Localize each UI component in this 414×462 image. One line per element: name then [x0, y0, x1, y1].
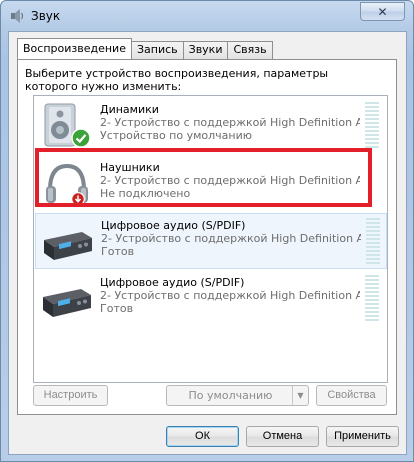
device-name: Динамики: [100, 103, 159, 116]
close-icon: ✕: [377, 4, 388, 19]
device-description: 2- Устройство с поддержкой High Definiti…: [100, 116, 360, 129]
tab-recording[interactable]: Запись: [130, 41, 184, 59]
device-item-spdif-1[interactable]: Цифровое аудио (S/PDIF) 2- Устройство с …: [35, 213, 387, 269]
device-description: 2- Устройство с поддержкой High Definiti…: [100, 289, 360, 302]
set-default-split-button[interactable]: По умолчанию ▼: [166, 385, 309, 406]
title-bar[interactable]: Звук ✕: [1, 1, 413, 31]
device-description: 2- Устройство с поддержкой High Definiti…: [101, 232, 361, 245]
digital-audio-icon: [43, 289, 91, 317]
device-status: Готов: [101, 245, 135, 258]
volume-level-meter: [365, 275, 379, 323]
window-title: Звук: [31, 9, 61, 23]
device-status: Устройство по умолчанию: [100, 129, 253, 142]
device-item-spdif-2[interactable]: Цифровое аудио (S/PDIF) 2- Устройство с …: [35, 271, 387, 327]
device-item-speakers[interactable]: Динамики 2- Устройство с поддержкой High…: [35, 98, 387, 154]
properties-button[interactable]: Свойства: [316, 385, 387, 406]
tab-communications[interactable]: Связь: [227, 41, 273, 59]
device-list[interactable]: Динамики 2- Устройство с поддержкой High…: [33, 95, 388, 383]
headphones-highlight-frame: [35, 148, 372, 207]
device-name: Цифровое аудио (S/PDIF): [100, 276, 245, 289]
chevron-down-icon[interactable]: ▼: [292, 386, 308, 405]
sound-dialog: Звук ✕ Воспроизведение Запись Звуки Связ…: [0, 0, 414, 462]
cancel-button[interactable]: Отмена: [246, 426, 319, 447]
digital-audio-icon: [44, 232, 92, 260]
tab-sounds[interactable]: Звуки: [182, 41, 229, 59]
close-button[interactable]: ✕: [360, 2, 405, 21]
volume-level-meter: [365, 102, 379, 150]
set-default-label: По умолчанию: [188, 389, 273, 402]
tab-strip: Воспроизведение Запись Звуки Связь: [17, 38, 273, 59]
ok-button[interactable]: ОК: [166, 426, 239, 447]
tab-playback[interactable]: Воспроизведение: [17, 38, 132, 59]
volume-level-meter: [366, 218, 380, 266]
configure-button[interactable]: Настроить: [33, 385, 108, 406]
device-name: Цифровое аудио (S/PDIF): [101, 219, 246, 232]
device-status: Готов: [100, 302, 134, 315]
instructions-text: Выберите устройство воспроизведения, пар…: [25, 67, 329, 93]
default-checkmark-icon: [71, 128, 91, 148]
dialog-client-area: Воспроизведение Запись Звуки Связь Выбер…: [8, 31, 407, 455]
apply-button[interactable]: Применить: [326, 426, 399, 447]
speaker-title-icon: [11, 9, 24, 23]
